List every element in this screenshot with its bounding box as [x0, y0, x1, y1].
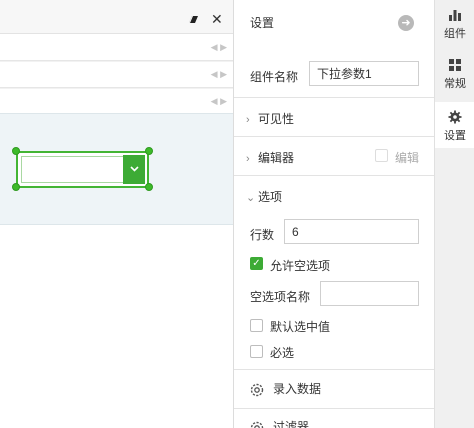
allow-empty-label: 允许空选项 — [270, 259, 331, 273]
bar-chart-icon — [449, 10, 461, 21]
gear-icon — [448, 110, 462, 124]
filter-row[interactable]: 过滤器 — [249, 418, 309, 428]
default-selected-label: 默认选中值 — [270, 320, 331, 334]
enter-data-row[interactable]: 录入数据 — [249, 380, 321, 398]
gear-icon — [250, 383, 264, 397]
required-checkbox[interactable] — [250, 345, 263, 358]
dropdown-input[interactable] — [21, 156, 125, 183]
dropdown-widget[interactable] — [16, 151, 149, 188]
arrow-right-icon[interactable]: ➜ — [398, 15, 414, 31]
row-nav-arrows[interactable]: ◀ ▶ — [211, 96, 227, 107]
section-options[interactable]: ⌄ 选项 — [246, 188, 282, 205]
grid-icon — [449, 59, 461, 71]
section-editor-label: 编辑器 — [258, 151, 295, 165]
rows-input[interactable]: 6 — [284, 219, 419, 244]
filter-label: 过滤器 — [273, 420, 310, 428]
allow-empty-checkbox[interactable]: ✓ — [250, 257, 263, 270]
empty-name-label: 空选项名称 — [250, 290, 311, 304]
chevron-right-icon: › — [246, 153, 250, 165]
divider — [234, 408, 434, 409]
gear-icon — [250, 421, 264, 428]
canvas-area: ✕ ◀ ▶ ◀ ▶ ◀ ▶ — [0, 0, 233, 428]
tab-settings-label: 设置 — [444, 130, 466, 142]
resize-handle[interactable] — [12, 183, 20, 191]
panel-title: 设置 — [250, 16, 275, 30]
tab-settings[interactable]: 设置 — [435, 102, 474, 148]
canvas-toolbar: ✕ — [0, 0, 233, 34]
parameter-row[interactable]: ◀ ▶ — [0, 62, 233, 88]
divider — [234, 175, 434, 176]
chevron-down-icon: ⌄ — [246, 192, 256, 204]
required-label: 必选 — [270, 346, 295, 360]
default-selected-checkbox[interactable] — [250, 319, 263, 332]
rows-label: 行数 — [250, 228, 275, 242]
section-editor[interactable]: › 编辑器 — [246, 149, 294, 166]
parameter-row[interactable]: ◀ ▶ — [0, 35, 233, 61]
close-icon[interactable]: ✕ — [211, 12, 223, 26]
editor-checkbox[interactable] — [375, 149, 388, 162]
section-visibility[interactable]: › 可见性 — [246, 110, 294, 127]
empty-name-input[interactable] — [320, 281, 419, 306]
row-nav-arrows[interactable]: ◀ ▶ — [211, 69, 227, 80]
section-visibility-label: 可见性 — [258, 112, 295, 126]
chevron-down-icon[interactable] — [123, 155, 145, 184]
tab-components[interactable]: 组件 — [435, 0, 474, 46]
tab-general[interactable]: 常规 — [435, 50, 474, 96]
settings-panel: 设置 ➜ 组件名称 下拉参数1 › 可见性 › 编辑器 编辑 ⌄ 选项 行数 6 ✓ … — [233, 0, 434, 428]
component-name-input[interactable]: 下拉参数1 — [309, 61, 419, 86]
row-nav-arrows[interactable]: ◀ ▶ — [211, 42, 227, 53]
eraser-icon[interactable] — [188, 15, 199, 24]
editor-checkbox-label: 编辑 — [395, 151, 420, 165]
divider — [234, 136, 434, 137]
divider — [234, 97, 434, 98]
divider — [234, 369, 434, 370]
tab-general-label: 常规 — [444, 78, 466, 90]
tab-components-label: 组件 — [444, 28, 466, 40]
enter-data-label: 录入数据 — [273, 382, 322, 396]
tab-strip: 组件 常规 设置 — [434, 0, 474, 428]
component-name-label: 组件名称 — [250, 70, 299, 84]
chevron-right-icon: › — [246, 114, 250, 126]
resize-handle[interactable] — [12, 147, 20, 155]
section-options-label: 选项 — [258, 190, 283, 204]
resize-handle[interactable] — [145, 183, 153, 191]
resize-handle[interactable] — [145, 147, 153, 155]
parameter-row[interactable]: ◀ ▶ — [0, 89, 233, 115]
